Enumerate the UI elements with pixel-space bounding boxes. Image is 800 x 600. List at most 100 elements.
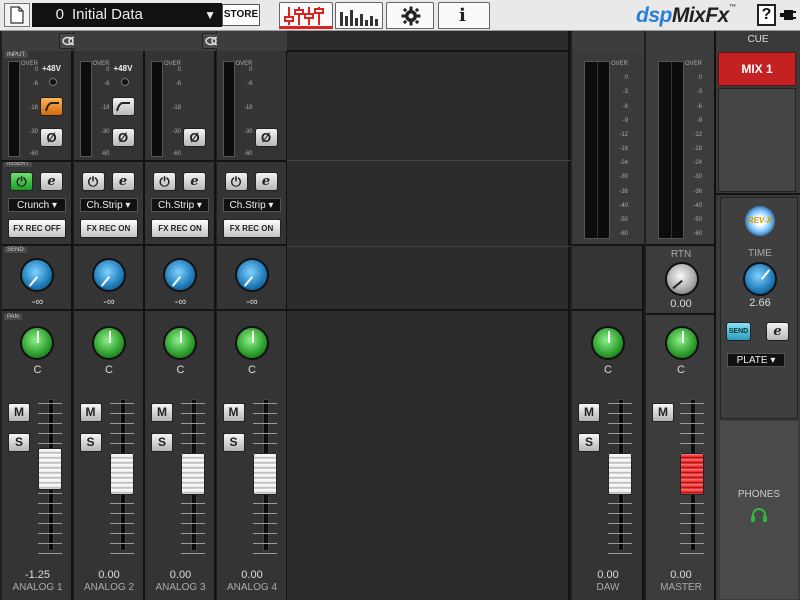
preset-name: Initial Data [72, 6, 143, 23]
master-pan-knob[interactable] [665, 326, 699, 360]
ch2-fader[interactable] [108, 399, 136, 559]
ch3-fader[interactable] [179, 399, 207, 559]
meter-bars-icon [340, 10, 378, 26]
ch1-channel-name: ANALOG 1 [12, 582, 63, 593]
master-fader-cap[interactable] [680, 453, 704, 495]
ch3-pan-knob[interactable] [163, 326, 197, 360]
mix-1-button[interactable]: MIX 1 [718, 52, 796, 86]
tab-meters[interactable] [335, 2, 383, 29]
ch1-fader-cap[interactable] [38, 448, 62, 490]
ch1-insert-edit-button[interactable]: e [40, 172, 63, 191]
daw-fader[interactable] [606, 399, 634, 559]
master-mute-button[interactable]: M [652, 403, 674, 422]
meter-scale-label: -30 [172, 129, 181, 135]
daw-channel-name: DAW [596, 582, 620, 593]
reverb-time-knob[interactable] [743, 262, 777, 296]
ch4-pan-value: C [248, 364, 256, 376]
meter-scale-label: -60 [243, 151, 253, 157]
high-pass-filter-icon [44, 102, 59, 112]
reverb-type-select[interactable]: PLATE ▾ [727, 353, 785, 367]
ch1-hpf-button[interactable] [40, 97, 63, 116]
ch3-channel-name: ANALOG 3 [155, 582, 206, 593]
ch4-send-knob[interactable] [234, 258, 269, 292]
ch4-fx-rec-button[interactable]: FX REC ON [222, 219, 281, 238]
meter-scale-label: -30 [100, 129, 110, 135]
ch4-pan-knob[interactable] [234, 326, 269, 360]
ch3-solo-button[interactable]: S [151, 433, 173, 452]
ch2-solo-button[interactable]: S [79, 433, 102, 452]
tab-info[interactable]: i [438, 2, 490, 29]
ch1-phantom-led[interactable] [49, 78, 57, 86]
meter-scale-label: -6 [622, 104, 628, 110]
ch2-phase-button[interactable]: Ø [111, 128, 135, 147]
ch2-send-knob[interactable] [91, 258, 126, 292]
ch3-insert-edit-button[interactable]: e [183, 172, 206, 191]
ch2-fader-cap[interactable] [109, 453, 134, 495]
ch3-fx-rec-button[interactable]: FX REC ON [151, 219, 209, 238]
meter-scale-label: -9 [622, 118, 628, 124]
ch1-send-knob[interactable] [20, 258, 54, 292]
level-meter [222, 61, 235, 157]
ch2-pan-knob[interactable] [91, 326, 126, 360]
meter-scale-label: -6 [247, 81, 253, 87]
meter-scale-label: -40 [619, 203, 628, 209]
document-icon[interactable] [4, 3, 30, 27]
ch1-mute-button[interactable]: M [8, 403, 30, 422]
ch4-phase-button[interactable]: Ø [254, 128, 278, 147]
meter-scale-label: -12 [693, 132, 702, 138]
rev-x-logo: REV-X [745, 206, 775, 236]
reverb-edit-button[interactable]: e [766, 322, 789, 341]
preset-selector[interactable]: 0 Initial Data ▼ [32, 3, 222, 27]
ch1-phantom-label: +48V [42, 64, 61, 73]
stereo-level-meter [658, 61, 684, 239]
daw-fader-cap[interactable] [608, 453, 632, 495]
ch1-fx-rec-button[interactable]: FX REC OFF [8, 219, 66, 238]
ch3-fader-cap[interactable] [181, 453, 205, 495]
ch3-phase-button[interactable]: Ø [183, 128, 206, 147]
pan-section-label: PAN [4, 314, 22, 320]
ch1-solo-button[interactable]: S [8, 433, 30, 452]
daw-level: 0.00 [597, 569, 619, 581]
meter-scale-label: -40 [693, 203, 702, 209]
ch4-insert-edit-button[interactable]: e [254, 172, 278, 191]
ch1-phase-button[interactable]: Ø [40, 128, 63, 147]
daw-solo-button[interactable]: S [578, 433, 600, 452]
ch2-phantom-led[interactable] [120, 78, 129, 86]
rtn-knob[interactable] [665, 262, 699, 296]
ch2-insert-power-button[interactable]: ⏻ [81, 172, 105, 191]
ch3-level: 0.00 [169, 569, 192, 581]
daw-pan-knob[interactable] [591, 326, 625, 360]
plug-icon[interactable] [779, 6, 797, 24]
master-fader[interactable] [678, 399, 706, 559]
tab-settings[interactable] [386, 2, 434, 29]
ch2-mute-button[interactable]: M [79, 403, 102, 422]
ch2-insert-edit-button[interactable]: e [111, 172, 135, 191]
ch2-hpf-button[interactable] [111, 97, 135, 116]
ch3-insert-power-button[interactable]: ⏻ [153, 172, 176, 191]
help-button[interactable]: ? [757, 4, 776, 26]
cue-panel: CUE MIX 1 REV-X TIME 2.66 SEND e PLATE ▾… [716, 31, 800, 600]
channel-strip-analog-3: OVER 0 -6 -18 -30 -60 Ø ⏻ e Ch.Strip ▾ FX REC ON -∞… [145, 31, 226, 600]
ch4-fader-cap[interactable] [252, 453, 277, 495]
ch1-insert-power-button[interactable]: ⏻ [10, 172, 33, 191]
ch2-fx-rec-button[interactable]: FX REC ON [79, 219, 138, 238]
ch1-pan-knob[interactable] [20, 326, 54, 360]
store-button[interactable]: STORE [222, 4, 260, 26]
daw-mute-button[interactable]: M [578, 403, 600, 422]
ch4-fader[interactable] [251, 399, 279, 559]
ch3-mute-button[interactable]: M [151, 403, 173, 422]
ch1-effect-select[interactable]: Crunch ▾ [8, 198, 66, 212]
ch4-insert-power-button[interactable]: ⏻ [224, 172, 248, 191]
ch3-effect-select[interactable]: Ch.Strip ▾ [151, 198, 209, 212]
tab-mixer[interactable] [279, 2, 333, 29]
brand-logo: dspMixFx™ [636, 4, 736, 27]
meter-scale-label: -30 [693, 174, 702, 180]
level-meter [151, 61, 163, 157]
ch4-mute-button[interactable]: M [222, 403, 245, 422]
ch2-effect-select[interactable]: Ch.Strip ▾ [79, 198, 138, 212]
reverb-send-button[interactable]: SEND [726, 322, 751, 341]
ch4-solo-button[interactable]: S [222, 433, 245, 452]
ch1-fader[interactable] [36, 399, 64, 559]
ch4-effect-select[interactable]: Ch.Strip ▾ [222, 198, 281, 212]
ch3-send-knob[interactable] [163, 258, 197, 292]
